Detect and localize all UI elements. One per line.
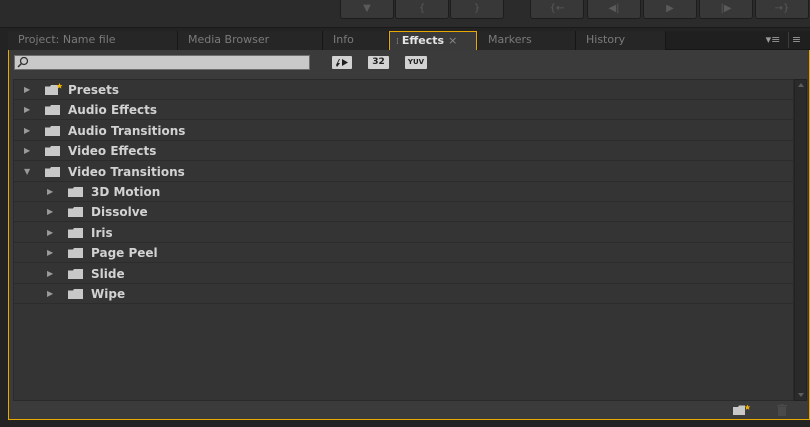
tree-item[interactable]: ▶ Audio Effects: [14, 100, 793, 121]
tree-item[interactable]: ▶ Audio Transitions: [14, 121, 793, 141]
mark-out-button[interactable]: {: [395, 0, 449, 19]
tree-item[interactable]: ▶ 3D Motion: [14, 182, 793, 202]
disclosure-collapsed-icon[interactable]: ▶: [24, 141, 34, 161]
tab-label: Info: [333, 33, 354, 46]
go-to-in-icon: {←: [549, 3, 565, 14]
folder-icon: [45, 146, 60, 157]
folder-icon: [45, 105, 60, 116]
bracket-left-icon: {: [418, 3, 426, 14]
disclosure-collapsed-icon[interactable]: ▶: [47, 284, 57, 304]
tree-item-label: Page Peel: [91, 246, 158, 261]
tree-item-label: Video Effects: [68, 144, 157, 159]
step-forward-button[interactable]: |▶: [699, 0, 753, 19]
folder-icon: [68, 248, 83, 259]
32bit-filter-button[interactable]: 32: [368, 56, 389, 69]
effects-panel: 32 YUV ▶ Presets ▶ Audio Effects ▶ Audio Tran…: [8, 50, 810, 420]
disclosure-collapsed-icon[interactable]: ▶: [47, 202, 57, 222]
go-to-out-icon: →}: [774, 3, 790, 14]
tree-item[interactable]: ▶ Video Effects: [14, 141, 793, 162]
scroll-down-icon[interactable]: [798, 393, 804, 397]
step-forward-icon: |▶: [720, 3, 732, 14]
tab-label: Markers: [488, 33, 532, 46]
tab-label: Project: Name file: [18, 33, 116, 46]
tree-item-label: Video Transitions: [68, 164, 185, 179]
tree-item[interactable]: ▶ Dissolve: [14, 202, 793, 223]
tree-item-label: Iris: [91, 225, 113, 240]
disclosure-collapsed-icon[interactable]: ▶: [47, 223, 57, 243]
preset-folder-icon: [45, 83, 63, 95]
tab-media-browser[interactable]: Media Browser: [178, 31, 323, 50]
tree-item-label: Presets: [68, 83, 120, 97]
tree-item[interactable]: ▶ Page Peel: [14, 243, 793, 264]
search-input[interactable]: [14, 55, 310, 70]
disclosure-collapsed-icon[interactable]: ▶: [24, 100, 34, 120]
tree-item[interactable]: ▶ Slide: [14, 264, 793, 284]
panel-menu-icon[interactable]: ▾≡: [764, 32, 782, 48]
play-button[interactable]: ▶: [643, 0, 697, 19]
tree-item[interactable]: ▶ Presets: [14, 80, 793, 100]
folder-icon: [68, 227, 83, 238]
tree-item-label: 3D Motion: [91, 185, 161, 199]
tab-label: History: [586, 33, 626, 46]
panel-overflow-icon[interactable]: ≡: [788, 32, 804, 48]
mark-clip-button[interactable]: }: [450, 0, 504, 19]
tab-label: Effects: [401, 34, 445, 47]
step-back-button[interactable]: ◀|: [587, 0, 641, 19]
disclosure-expanded-icon[interactable]: ▼: [24, 162, 34, 182]
tab-history[interactable]: History: [576, 31, 666, 50]
close-icon[interactable]: ×: [448, 34, 457, 47]
step-back-icon: ◀|: [608, 3, 620, 14]
tab-markers[interactable]: Markers: [478, 31, 576, 50]
mark-in-icon: ▼: [363, 3, 371, 14]
folder-icon: [68, 207, 83, 218]
disclosure-collapsed-icon[interactable]: ▶: [47, 264, 57, 284]
folder-icon: [68, 187, 83, 197]
effects-tree: ▶ Presets ▶ Audio Effects ▶ Audio Transitions…: [13, 79, 794, 401]
go-to-in-button[interactable]: {←: [530, 0, 584, 19]
mark-in-button[interactable]: ▼: [340, 0, 394, 19]
yuv-label: YUV: [407, 58, 425, 66]
tree-item-label: Slide: [91, 266, 125, 281]
grip-icon: ⁞: [396, 37, 399, 47]
accelerated-icon: [336, 59, 348, 67]
disclosure-collapsed-icon[interactable]: ▶: [24, 121, 34, 141]
play-icon: ▶: [666, 3, 674, 14]
folder-icon: [45, 125, 60, 136]
panel-footer: [729, 402, 799, 418]
trash-icon[interactable]: [777, 404, 787, 416]
folder-icon: [45, 166, 60, 177]
vertical-scrollbar[interactable]: [794, 79, 807, 401]
tab-info[interactable]: Info: [323, 31, 389, 50]
accelerated-effects-filter-button[interactable]: [332, 56, 352, 69]
tree-item-label: Wipe: [91, 287, 126, 301]
tree-item-label: Audio Effects: [68, 103, 158, 118]
tab-project[interactable]: Project: Name file: [8, 31, 178, 50]
tree-item[interactable]: ▶ Iris: [14, 223, 793, 243]
disclosure-collapsed-icon[interactable]: ▶: [47, 182, 57, 202]
tree-item[interactable]: ▶ Wipe: [14, 284, 793, 304]
search-icon: [17, 56, 29, 68]
new-custom-bin-icon[interactable]: [732, 404, 752, 416]
yuv-filter-button[interactable]: YUV: [405, 56, 427, 69]
disclosure-collapsed-icon[interactable]: ▶: [47, 243, 57, 263]
tab-effects[interactable]: ⁞ Effects ×: [389, 31, 477, 51]
scroll-up-icon[interactable]: [798, 83, 804, 87]
panel-tab-bar: Project: Name file Media Browser Info ⁞ E…: [8, 31, 810, 51]
folder-icon: [68, 268, 83, 279]
tree-item-label: Audio Transitions: [68, 123, 186, 138]
bracket-right-icon: }: [473, 3, 481, 14]
tab-label: Media Browser: [188, 33, 270, 46]
disclosure-collapsed-icon[interactable]: ▶: [24, 80, 34, 100]
folder-icon: [68, 289, 83, 299]
transport-strip: ▼ { } {← ◀| ▶ |▶ →}: [0, 0, 810, 28]
go-to-out-button[interactable]: →}: [755, 0, 809, 19]
tree-item-label: Dissolve: [91, 205, 148, 220]
32bit-label: 32: [372, 57, 385, 67]
tree-item[interactable]: ▼ Video Transitions: [14, 162, 793, 182]
